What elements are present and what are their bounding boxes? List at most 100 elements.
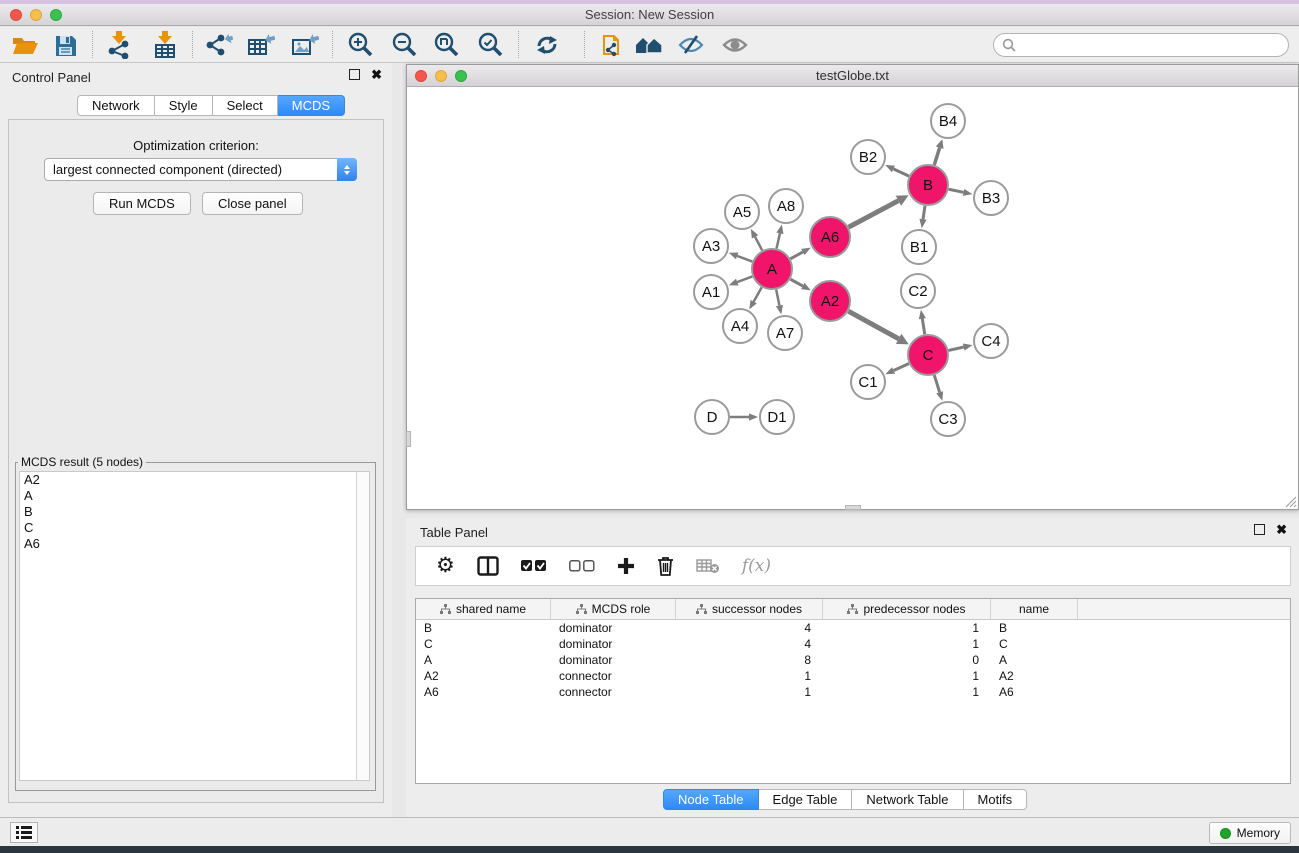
graph-node-B3[interactable]: B3 — [974, 181, 1008, 215]
graph-edge-C-C4[interactable] — [948, 347, 963, 350]
hide-panel-icon[interactable] — [672, 29, 710, 61]
zoom-selected-icon[interactable] — [472, 29, 510, 61]
table-cell[interactable]: connector — [551, 668, 676, 684]
graph-node-C1[interactable]: C1 — [851, 365, 885, 399]
graph-node-A2[interactable]: A2 — [810, 281, 850, 321]
graph-edge-A-A8[interactable] — [777, 233, 780, 248]
graph-node-B2[interactable]: B2 — [851, 140, 885, 174]
optimization-criterion-dropdown[interactable]: largest connected component (directed) — [44, 158, 357, 181]
graph-edge-B-B1[interactable] — [923, 206, 925, 220]
network-canvas[interactable]: B4B2BB3A8A5A6A3B1AA1C2A2A4A7C4CC1C3DD1 — [407, 87, 1298, 509]
table-cell[interactable]: A — [416, 652, 551, 668]
tab-mcds[interactable]: MCDS — [278, 95, 345, 116]
mcds-result-item[interactable]: A6 — [20, 536, 369, 552]
graph-edge-A-A7[interactable] — [776, 290, 779, 306]
table-cell[interactable]: 4 — [676, 636, 823, 652]
node-table[interactable]: shared nameMCDS rolesuccessor nodesprede… — [415, 598, 1291, 784]
resize-grip-icon[interactable] — [1284, 495, 1297, 508]
task-history-button[interactable] — [10, 822, 38, 843]
graph-node-D[interactable]: D — [695, 400, 729, 434]
tab-select[interactable]: Select — [213, 95, 278, 116]
table-row[interactable]: A2connector11A2 — [416, 668, 1290, 684]
graph-node-A8[interactable]: A8 — [769, 189, 803, 223]
mcds-result-list[interactable]: A2ABCA6 — [19, 471, 370, 781]
function-builder-icon[interactable]: f(x) — [742, 556, 771, 576]
column-header-MCDS-role[interactable]: MCDS role — [551, 599, 676, 619]
graph-node-C4[interactable]: C4 — [974, 324, 1008, 358]
graph-edge-A-A2[interactable] — [790, 279, 802, 286]
table-cell[interactable]: 1 — [823, 620, 991, 636]
table-row[interactable]: Cdominator41C — [416, 636, 1290, 652]
tab-edge-table[interactable]: Edge Table — [759, 789, 853, 810]
splitter-handle[interactable] — [845, 505, 861, 510]
network-graph[interactable]: B4B2BB3A8A5A6A3B1AA1C2A2A4A7C4CC1C3DD1 — [407, 87, 1298, 509]
export-network-icon[interactable] — [200, 29, 238, 61]
column-header-successor-nodes[interactable]: successor nodes — [676, 599, 823, 619]
mcds-result-item[interactable]: C — [20, 520, 369, 536]
graph-edge-A-A6[interactable] — [790, 252, 802, 259]
table-cell[interactable]: 8 — [676, 652, 823, 668]
table-cell[interactable]: 1 — [676, 668, 823, 684]
table-cell[interactable]: 1 — [676, 684, 823, 700]
graph-edge-A-A5[interactable] — [755, 237, 762, 251]
panel-mode-icon[interactable] — [477, 556, 499, 576]
table-cell[interactable]: B — [991, 620, 1078, 636]
home-icon[interactable] — [630, 29, 668, 61]
delete-table-icon[interactable] — [696, 558, 720, 574]
close-table-panel-icon[interactable]: ✖ — [1276, 524, 1287, 535]
table-row[interactable]: A6connector11A6 — [416, 684, 1290, 700]
table-cell[interactable]: dominator — [551, 620, 676, 636]
table-cell[interactable]: C — [416, 636, 551, 652]
clone-network-icon[interactable] — [594, 29, 632, 61]
select-all-icon[interactable] — [521, 560, 547, 572]
table-cell[interactable]: 1 — [823, 684, 991, 700]
graph-node-C3[interactable]: C3 — [931, 402, 965, 436]
save-session-icon[interactable] — [46, 29, 84, 61]
table-cell[interactable]: 4 — [676, 620, 823, 636]
graph-node-C2[interactable]: C2 — [901, 274, 935, 308]
tab-node-table[interactable]: Node Table — [663, 789, 759, 810]
search-field[interactable] — [993, 33, 1289, 57]
close-panel-icon[interactable]: ✖ — [371, 69, 382, 80]
graph-node-C[interactable]: C — [908, 335, 948, 375]
table-cell[interactable]: A2 — [991, 668, 1078, 684]
graph-node-A6[interactable]: A6 — [810, 217, 850, 257]
table-row[interactable]: Bdominator41B — [416, 620, 1290, 636]
graph-node-A5[interactable]: A5 — [725, 195, 759, 229]
add-column-icon[interactable] — [617, 557, 635, 575]
column-header-predecessor-nodes[interactable]: predecessor nodes — [823, 599, 991, 619]
graph-node-D1[interactable]: D1 — [760, 400, 794, 434]
table-cell[interactable]: A — [991, 652, 1078, 668]
graph-edge-A-A4[interactable] — [754, 287, 762, 301]
graph-edge-A2-C[interactable] — [848, 311, 898, 339]
float-panel-icon[interactable] — [349, 69, 360, 80]
tab-style[interactable]: Style — [155, 95, 213, 116]
table-cell[interactable]: A2 — [416, 668, 551, 684]
graph-edge-B-B2[interactable] — [893, 169, 909, 176]
table-cell[interactable]: dominator — [551, 652, 676, 668]
import-table-icon[interactable] — [146, 29, 184, 61]
mcds-result-item[interactable]: A2 — [20, 472, 369, 488]
splitter-handle[interactable] — [406, 431, 411, 447]
zoom-fit-icon[interactable] — [428, 29, 466, 61]
graph-edge-B-B4[interactable] — [934, 148, 939, 165]
table-cell[interactable]: A6 — [416, 684, 551, 700]
graph-edge-B-B3[interactable] — [949, 189, 964, 192]
column-header-name[interactable]: name — [991, 599, 1078, 619]
open-file-icon[interactable] — [6, 29, 44, 61]
deselect-all-icon[interactable] — [569, 560, 595, 572]
delete-column-icon[interactable] — [657, 556, 674, 576]
memory-button[interactable]: Memory — [1209, 822, 1291, 844]
graph-node-A3[interactable]: A3 — [694, 229, 728, 263]
tab-motifs[interactable]: Motifs — [964, 789, 1028, 810]
run-mcds-button[interactable]: Run MCDS — [93, 192, 191, 215]
network-window-titlebar[interactable]: testGlobe.txt — [407, 65, 1298, 87]
table-cell[interactable]: 1 — [823, 636, 991, 652]
graph-edge-A-A3[interactable] — [737, 256, 752, 262]
graph-node-B1[interactable]: B1 — [902, 230, 936, 264]
export-table-icon[interactable] — [242, 29, 280, 61]
graph-node-B[interactable]: B — [908, 165, 948, 205]
column-header-shared-name[interactable]: shared name — [416, 599, 551, 619]
zoom-in-icon[interactable] — [342, 29, 380, 61]
mcds-result-item[interactable]: B — [20, 504, 369, 520]
